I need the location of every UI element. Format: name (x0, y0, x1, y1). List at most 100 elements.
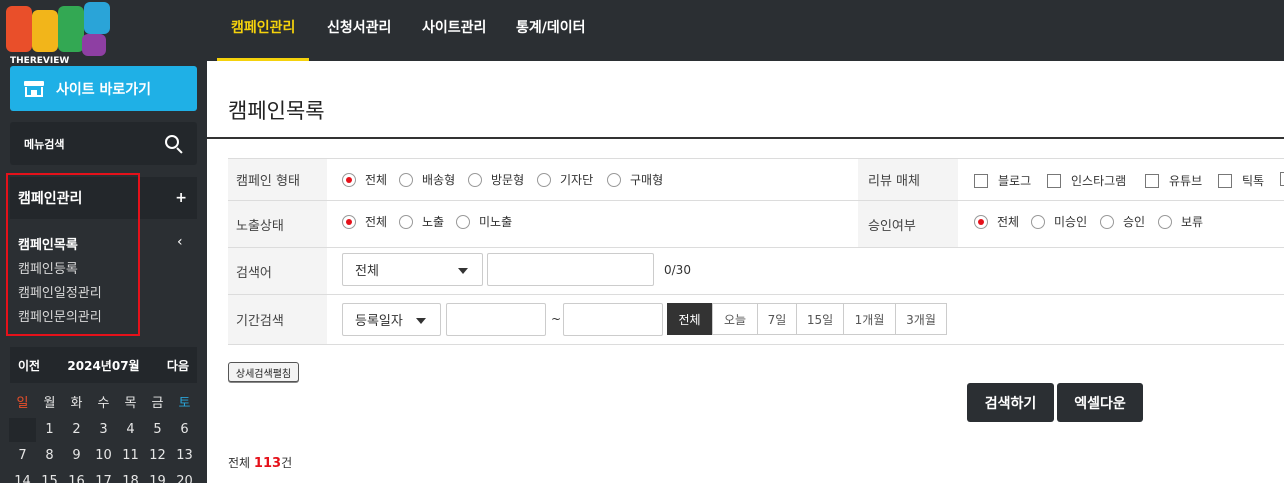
menu-search[interactable]: 메뉴검색 (10, 122, 197, 165)
detail-search-toggle-button[interactable]: 상세검색펼침 (228, 362, 299, 382)
calendar-day[interactable]: 8 (36, 444, 63, 468)
top-navigation: 캠페인관리 신청서관리 사이트관리 통계/데이터 (207, 0, 1284, 61)
excel-download-button[interactable]: 엑셀다운 (1057, 383, 1143, 422)
radio-icon[interactable] (399, 172, 413, 187)
radio-label: 승인 (1123, 215, 1146, 229)
calendar-day[interactable]: 6 (171, 418, 198, 442)
checkbox-icon[interactable] (1280, 172, 1284, 186)
radio-type-reporter[interactable]: 기자단 (537, 171, 593, 188)
calendar-day[interactable]: 15 (36, 470, 63, 483)
logo-block-blue (84, 2, 110, 34)
brand-text: THEREVIEW (10, 56, 70, 66)
range-15d-button[interactable]: 15일 (796, 303, 844, 335)
radio-approval-all[interactable]: 전체 (974, 213, 1019, 230)
radio-icon[interactable] (537, 172, 551, 187)
calendar-day[interactable]: 11 (117, 444, 144, 468)
radio-icon[interactable] (468, 172, 482, 187)
calendar-day[interactable]: 2 (63, 418, 90, 442)
menu-search-label: 메뉴검색 (24, 137, 65, 151)
checkbox-tiktok[interactable]: 틱톡 (1218, 172, 1264, 189)
label-exposure: 노출상태 (228, 201, 327, 247)
radio-type-all[interactable]: 전체 (342, 171, 387, 188)
range-today-button[interactable]: 오늘 (712, 303, 758, 335)
radio-icon[interactable] (342, 214, 356, 229)
summary-prefix: 전체 (228, 456, 251, 470)
weekday: 일 (16, 396, 29, 411)
keyword-field-select[interactable]: 전체 (342, 253, 483, 286)
search-button[interactable]: 검색하기 (967, 383, 1054, 422)
calendar-day[interactable]: 9 (63, 444, 90, 468)
calendar-day[interactable]: 4 (117, 418, 144, 442)
site-shortcut-label: 사이트 바로가기 (56, 81, 152, 98)
checkbox-icon[interactable] (1047, 173, 1061, 188)
checkbox-label: 인스타그램 (1071, 174, 1127, 188)
checkbox-youtube[interactable]: 유튜브 (1145, 172, 1202, 189)
checkbox-icon[interactable] (1145, 173, 1159, 188)
keyword-input[interactable] (487, 253, 654, 286)
range-1m-button[interactable]: 1개월 (843, 303, 896, 335)
calendar-day[interactable]: 3 (90, 418, 117, 442)
calendar-day[interactable]: 10 (90, 444, 117, 468)
calendar-next-button[interactable]: 다음 (167, 357, 189, 374)
period-end-input[interactable] (563, 303, 663, 336)
radio-exposure-hidden[interactable]: 미노출 (456, 213, 512, 230)
weekday: 목 (124, 396, 137, 411)
calendar-day[interactable]: 19 (144, 470, 171, 483)
calendar-prev-button[interactable]: 이전 (18, 357, 40, 374)
range-3m-button[interactable]: 3개월 (895, 303, 947, 335)
calendar-day[interactable]: 7 (9, 444, 36, 468)
calendar-day[interactable]: 17 (90, 470, 117, 483)
radio-icon[interactable] (607, 172, 621, 187)
radio-type-purchase[interactable]: 구매형 (607, 171, 663, 188)
radio-approval-approved[interactable]: 승인 (1100, 213, 1145, 230)
calendar-day[interactable]: 20 (171, 470, 198, 483)
calendar-day[interactable]: 12 (144, 444, 171, 468)
calendar-day[interactable]: 13 (171, 444, 198, 468)
checkbox-blog[interactable]: 블로그 (974, 172, 1031, 189)
radio-exposure-shown[interactable]: 노출 (399, 213, 444, 230)
search-icon[interactable] (165, 134, 183, 154)
calendar-grid: 일 월 화 수 목 금 토 1 2 3 4 5 6 7 8 9 10 11 12… (9, 391, 199, 483)
caret-down-icon (416, 318, 426, 324)
radio-icon[interactable] (974, 214, 988, 229)
period-start-input[interactable] (446, 303, 546, 336)
calendar-day[interactable]: 5 (144, 418, 171, 442)
checkbox-icon[interactable] (974, 173, 988, 188)
period-field-select[interactable]: 등록일자 (342, 303, 441, 336)
store-icon (24, 80, 44, 97)
checkbox-label: 유튜브 (1169, 174, 1203, 188)
calendar-day[interactable]: 18 (117, 470, 144, 483)
nav-statistics[interactable]: 통계/데이터 (516, 0, 586, 61)
nav-application[interactable]: 신청서관리 (327, 0, 391, 61)
weekday: 금 (151, 396, 164, 411)
radio-approval-hold[interactable]: 보류 (1158, 213, 1203, 230)
radio-exposure-all[interactable]: 전체 (342, 213, 387, 230)
site-shortcut-button[interactable]: 사이트 바로가기 (10, 66, 197, 111)
calendar-header: 이전 2024년07월 다음 (10, 347, 197, 383)
checkbox-more[interactable] (1280, 172, 1284, 186)
radio-icon[interactable] (342, 172, 356, 187)
range-all-button[interactable]: 전체 (667, 303, 712, 335)
radio-type-visit[interactable]: 방문형 (468, 171, 524, 188)
logo-block-yellow (32, 10, 58, 52)
radio-icon[interactable] (1100, 214, 1114, 229)
range-7d-button[interactable]: 7일 (757, 303, 797, 335)
nav-campaign[interactable]: 캠페인관리 (217, 0, 310, 61)
checkbox-instagram[interactable]: 인스타그램 (1047, 172, 1126, 189)
calendar-day[interactable]: 1 (36, 418, 63, 442)
calendar-day[interactable]: 14 (9, 470, 36, 483)
weekday: 월 (43, 396, 56, 411)
radio-icon[interactable] (1158, 214, 1172, 229)
caret-down-icon (458, 268, 468, 274)
logo[interactable]: THEREVIEW (6, 2, 112, 66)
calendar-day[interactable]: 16 (63, 470, 90, 483)
radio-icon[interactable] (1031, 214, 1045, 229)
radio-icon[interactable] (399, 214, 413, 229)
checkbox-icon[interactable] (1218, 173, 1232, 188)
radio-label: 구매형 (630, 173, 664, 187)
plus-icon[interactable]: + (175, 190, 187, 206)
radio-type-delivery[interactable]: 배송형 (399, 171, 455, 188)
radio-icon[interactable] (456, 214, 470, 229)
radio-approval-pending[interactable]: 미승인 (1031, 213, 1087, 230)
nav-site[interactable]: 사이트관리 (422, 0, 486, 61)
